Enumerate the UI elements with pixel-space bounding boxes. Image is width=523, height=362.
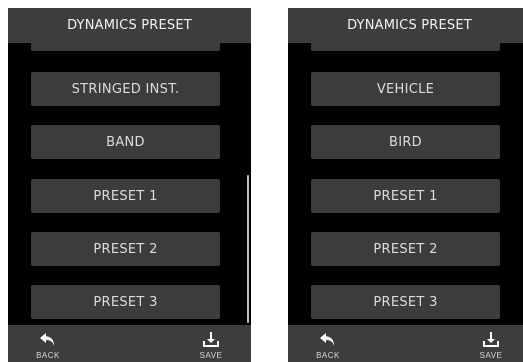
- back-arrow-icon: [320, 333, 335, 346]
- preset-item-vehicle[interactable]: VEHICLE: [311, 72, 500, 106]
- download-tray-icon: [483, 332, 499, 347]
- download-tray-icon: [203, 332, 219, 347]
- footer-bar: BACK SAVE: [8, 325, 251, 362]
- save-button[interactable]: SAVE: [191, 325, 231, 362]
- footer-bar: BACK SAVE: [288, 325, 523, 362]
- preset-item-partial[interactable]: [31, 43, 220, 51]
- preset-item-preset-2[interactable]: PRESET 2: [311, 232, 500, 266]
- back-button[interactable]: BACK: [308, 325, 348, 362]
- preset-item-preset-3[interactable]: PRESET 3: [31, 285, 220, 319]
- preset-item-bird[interactable]: BIRD: [311, 125, 500, 159]
- preset-item-stringed-inst[interactable]: STRINGED INST.: [31, 72, 220, 106]
- save-label: SAVE: [199, 351, 223, 360]
- preset-item-preset-1[interactable]: PRESET 1: [31, 179, 220, 213]
- preset-list[interactable]: STRINGED INST. BAND PRESET 1 PRESET 2 PR…: [8, 43, 251, 325]
- preset-item-band[interactable]: BAND: [31, 125, 220, 159]
- dynamics-preset-screen-right: DYNAMICS PRESET VEHICLE BIRD PRESET 1 PR…: [288, 8, 523, 362]
- back-label: BACK: [36, 351, 60, 360]
- preset-item-partial[interactable]: [311, 43, 500, 51]
- preset-item-preset-1[interactable]: PRESET 1: [311, 179, 500, 213]
- back-label: BACK: [316, 351, 340, 360]
- save-label: SAVE: [479, 351, 503, 360]
- preset-item-preset-3[interactable]: PRESET 3: [311, 285, 500, 319]
- save-button[interactable]: SAVE: [471, 325, 511, 362]
- preset-item-preset-2[interactable]: PRESET 2: [31, 232, 220, 266]
- screen-title: DYNAMICS PRESET: [8, 8, 251, 43]
- scrollbar[interactable]: [247, 175, 249, 323]
- dynamics-preset-screen-left: DYNAMICS PRESET STRINGED INST. BAND PRES…: [8, 8, 251, 362]
- screen-title: DYNAMICS PRESET: [288, 8, 523, 43]
- back-button[interactable]: BACK: [28, 325, 68, 362]
- back-arrow-icon: [40, 333, 55, 346]
- preset-list[interactable]: VEHICLE BIRD PRESET 1 PRESET 2 PRESET 3: [288, 43, 523, 325]
